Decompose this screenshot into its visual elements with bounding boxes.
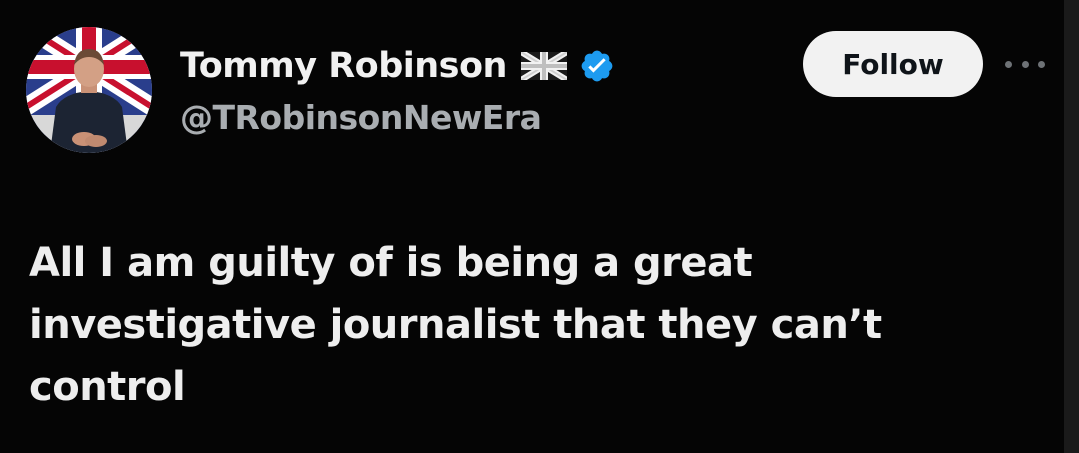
more-dot (1005, 60, 1012, 68)
verified-badge-icon (581, 50, 613, 82)
more-dot (1021, 60, 1029, 68)
tweet-card: Tommy Robinson @TRobinsonNewEra Follow A… (0, 0, 1064, 453)
author-name-row: Tommy Robinson (180, 42, 615, 90)
author-handle[interactable]: @TRobinsonNewEra (180, 98, 542, 137)
follow-button[interactable]: Follow (803, 31, 983, 97)
avatar-image (26, 27, 152, 153)
more-dot (1038, 60, 1045, 68)
uk-flag-icon (520, 52, 567, 80)
tweet-text: All I am guilty of is being a great inve… (29, 240, 882, 410)
more-options-icon[interactable] (1005, 56, 1045, 72)
author-display-name[interactable]: Tommy Robinson (180, 46, 507, 86)
avatar[interactable] (26, 27, 152, 153)
screen-edge (1064, 0, 1079, 453)
